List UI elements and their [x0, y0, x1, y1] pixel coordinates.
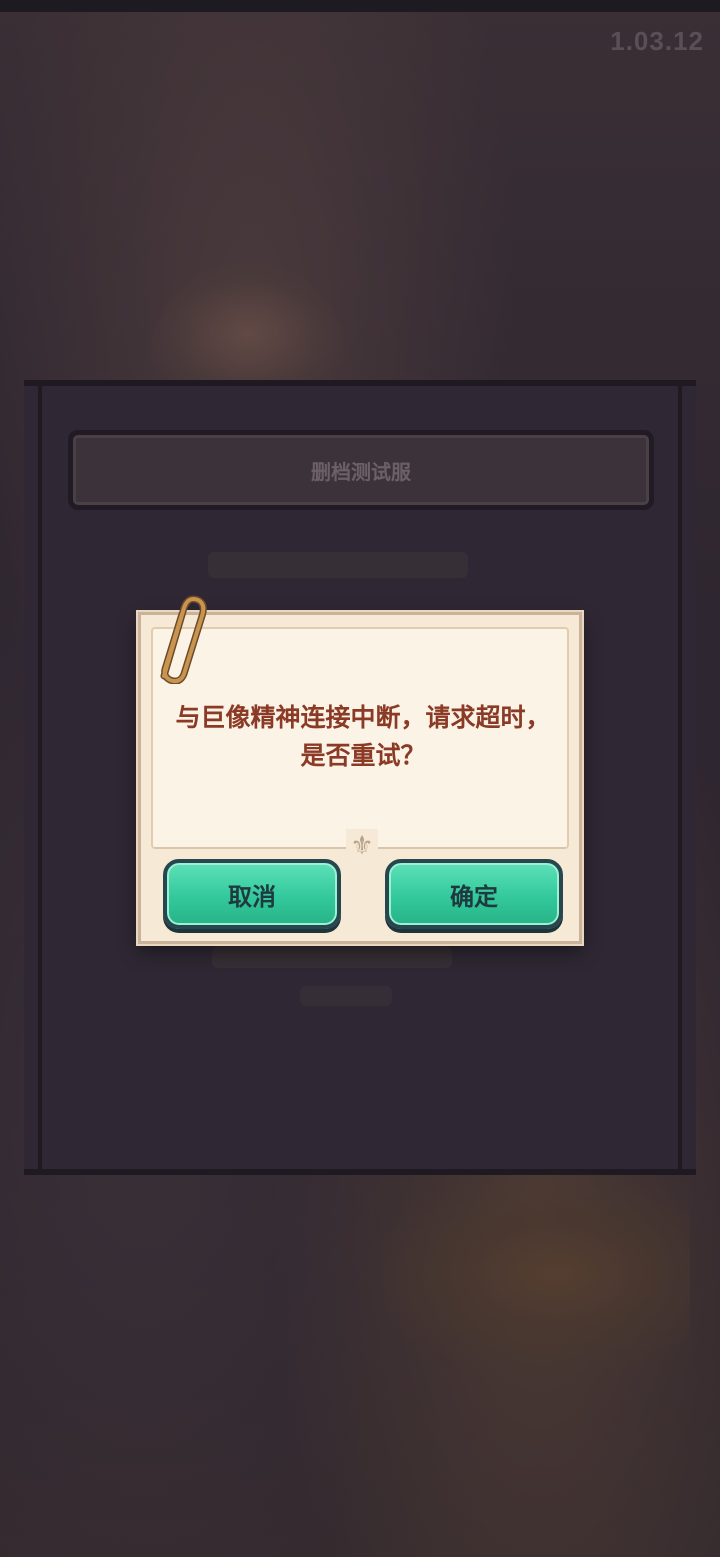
paperclip-icon — [160, 595, 207, 684]
confirm-button-label: 确定 — [450, 882, 498, 911]
dimmed-info-text — [212, 946, 452, 968]
dimmed-info-text — [208, 552, 468, 578]
cancel-button[interactable]: 取消 — [163, 859, 341, 929]
version-label: 1.03.12 — [610, 26, 704, 56]
confirm-button[interactable]: 确定 — [385, 859, 563, 929]
server-name: 删档测试服 — [311, 459, 411, 484]
dimmed-link — [300, 986, 392, 1006]
cancel-button-label: 取消 — [228, 882, 276, 911]
fleur-de-lis-icon: ⚜ — [346, 829, 378, 863]
status-bar — [0, 0, 720, 12]
dialog-message: 与巨像精神连接中断，请求超时，是否重试？ — [175, 703, 551, 770]
server-select-button[interactable]: 删档测试服 — [68, 430, 654, 510]
background-creature-artwork — [360, 1170, 690, 1380]
